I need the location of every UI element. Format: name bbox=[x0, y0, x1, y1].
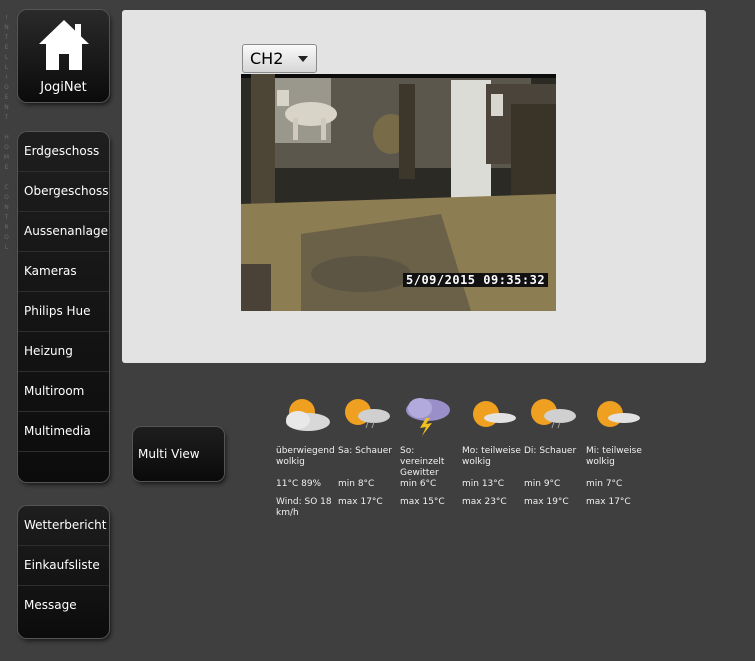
menu-item-multiroom[interactable]: Multiroom bbox=[18, 372, 109, 412]
cloudy-sun-icon bbox=[286, 399, 330, 431]
menu-item-multimedia[interactable]: Multimedia bbox=[18, 412, 109, 452]
weather-max: max 19°C bbox=[524, 497, 569, 507]
logo-label: JogiNet bbox=[40, 80, 87, 95]
weather-max: max 17°C bbox=[586, 497, 631, 507]
multi-view-button[interactable]: Multi View bbox=[133, 427, 224, 481]
menu-item-erdgeschoss[interactable]: Erdgeschoss bbox=[18, 132, 109, 172]
weather-condition: Di: Schauer bbox=[524, 446, 577, 456]
home-button[interactable]: JogiNet bbox=[18, 10, 109, 102]
menu-item-aussenanlage[interactable]: Aussenanlage bbox=[18, 212, 109, 252]
sun-cloud-icon bbox=[531, 399, 576, 429]
partly-cloudy-icon bbox=[473, 401, 516, 427]
menu-item-obergeschoss[interactable]: Obergeschoss bbox=[18, 172, 109, 212]
chevron-down-icon bbox=[298, 56, 308, 62]
partly-cloudy-icon bbox=[597, 401, 640, 427]
weather-condition: überwiegend wolkig bbox=[276, 446, 335, 467]
weather-min: min 6°C bbox=[400, 479, 437, 489]
main-menu: Erdgeschoss Obergeschoss Aussenanlage Ka… bbox=[18, 132, 109, 482]
weather-max: max 23°C bbox=[462, 497, 507, 507]
weather-min: min 13°C bbox=[462, 479, 505, 489]
camera-panel: CH2 5/09/2015 09:35:32 bbox=[122, 10, 706, 363]
weather-min: min 7°C bbox=[586, 479, 623, 489]
weather-condition: Mo: teilweise wolkig bbox=[462, 446, 521, 467]
weather-condition: So: vereinzelt Gewitter bbox=[400, 446, 445, 478]
weather-wind: Wind: SO 18 km/h bbox=[276, 497, 332, 518]
menu-item-einkaufsliste[interactable]: Einkaufsliste bbox=[18, 546, 109, 586]
channel-select-value: CH2 bbox=[250, 49, 284, 68]
menu-spacer bbox=[18, 452, 109, 472]
weather-day-2: So: vereinzelt Gewitter min 6°C max 15°C bbox=[400, 394, 460, 508]
channel-select[interactable]: CH2 bbox=[242, 44, 317, 73]
menu-item-philips-hue[interactable]: Philips Hue bbox=[18, 292, 109, 332]
menu-item-kameras[interactable]: Kameras bbox=[18, 252, 109, 292]
house-icon bbox=[39, 20, 89, 70]
weather-max: max 17°C bbox=[338, 497, 383, 507]
camera-timestamp: 5/09/2015 09:35:32 bbox=[403, 273, 549, 287]
weather-day-3: Mo: teilweise wolkig min 13°C max 23°C bbox=[462, 394, 522, 508]
menu-item-wetterbericht[interactable]: Wetterbericht bbox=[18, 506, 109, 546]
weather-day-1: Sa: Schauer min 8°C max 17°C bbox=[338, 394, 398, 508]
weather-condition: Mi: teilweise wolkig bbox=[586, 446, 642, 467]
weather-min: min 9°C bbox=[524, 479, 561, 489]
secondary-menu: Wetterbericht Einkaufsliste Message bbox=[18, 506, 109, 638]
weather-temp-humidity: 11°C 89% bbox=[276, 479, 322, 489]
weather-max: max 15°C bbox=[400, 497, 445, 507]
sun-cloud-icon bbox=[345, 399, 390, 429]
weather-condition: Sa: Schauer bbox=[338, 446, 392, 456]
weather-day-4: Di: Schauer min 9°C max 19°C bbox=[524, 394, 584, 508]
weather-current: überwiegend wolkig 11°C 89% Wind: SO 18 … bbox=[276, 394, 336, 519]
thunderstorm-icon bbox=[406, 398, 450, 436]
menu-item-heizung[interactable]: Heizung bbox=[18, 332, 109, 372]
weather-day-5: Mi: teilweise wolkig min 7°C max 17°C bbox=[586, 394, 646, 508]
weather-min: min 8°C bbox=[338, 479, 375, 489]
vertical-brand-text: INTELLIGENT HOME CONTROL bbox=[3, 14, 10, 254]
menu-item-message[interactable]: Message bbox=[18, 586, 109, 625]
